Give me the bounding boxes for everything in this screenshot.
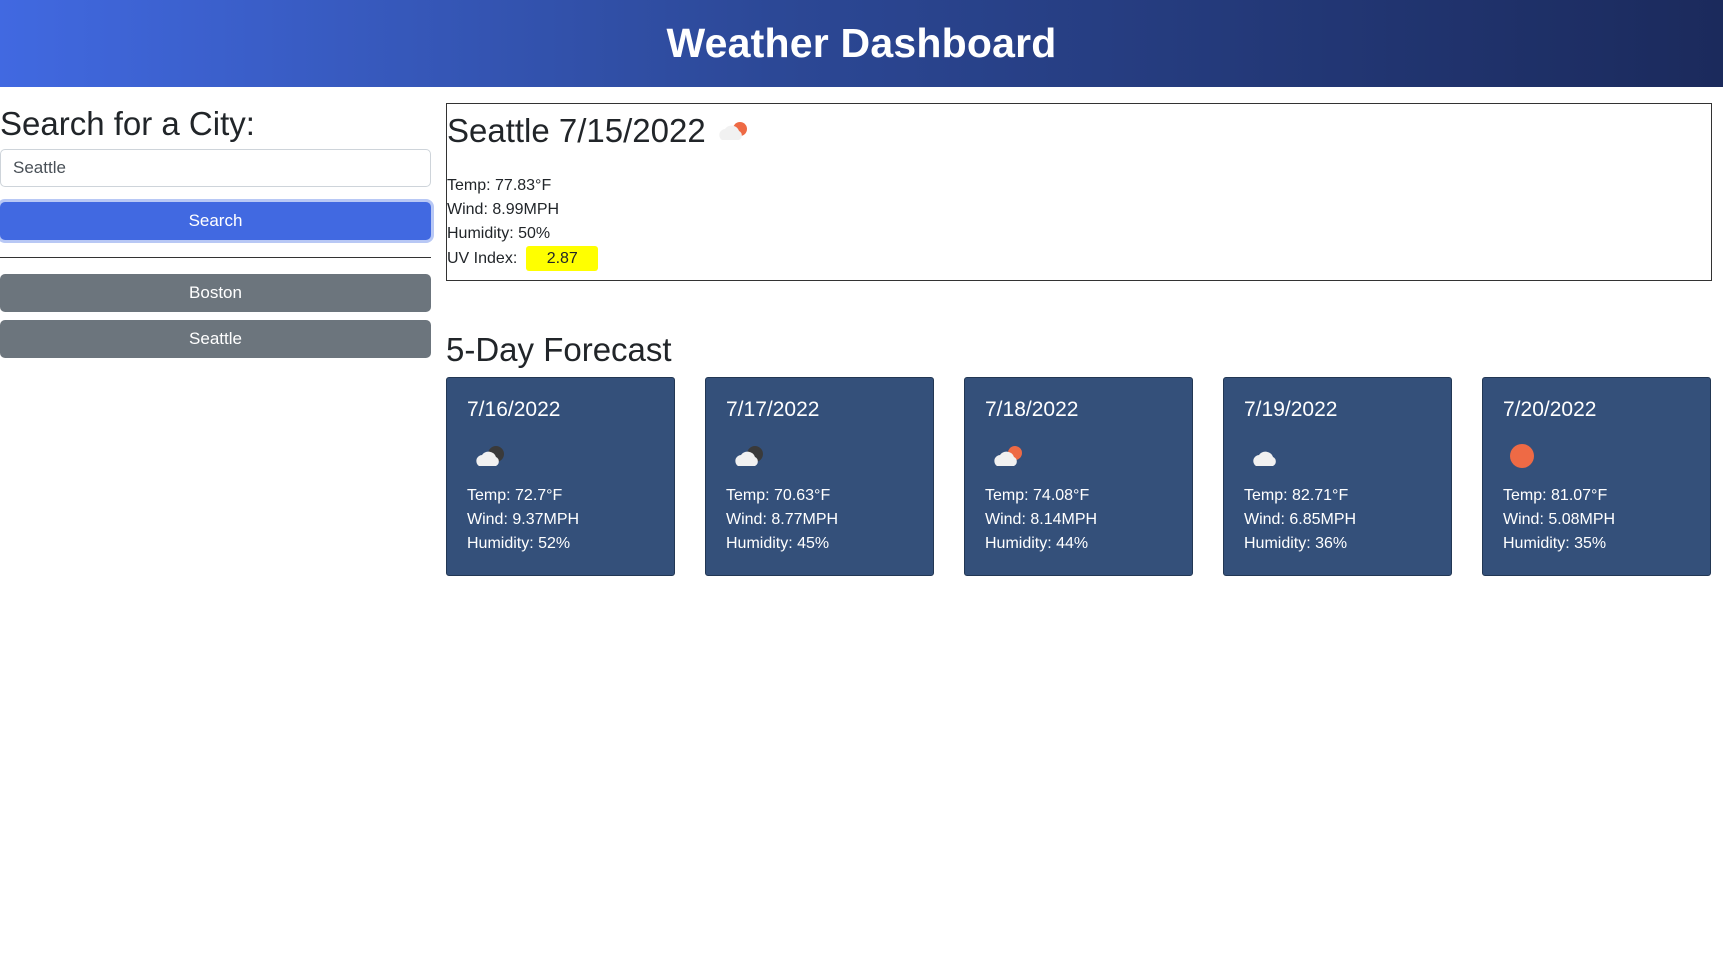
forecast-card: 7/16/2022 Temp: 72.7°F Wind: 9.37MPH Hum…: [446, 377, 675, 576]
forecast-date: 7/20/2022: [1503, 398, 1597, 421]
forecast-stats: Temp: 81.07°F Wind: 5.08MPH Humidity: 35…: [1503, 484, 1615, 556]
current-weather-panel: Seattle 7/15/2022 Temp: 77.83°F Wind: 8.…: [446, 103, 1712, 281]
forecast-humidity: Humidity: 45%: [726, 535, 830, 552]
uv-index-row: UV Index: 2.87: [447, 246, 599, 271]
forecast-card: 7/19/2022 Temp: 82.71°F Wind: 6.85MPH Hu…: [1223, 377, 1452, 576]
forecast-wind: Wind: 9.37MPH: [467, 511, 580, 528]
forecast-temp: Temp: 74.08°F: [985, 487, 1090, 504]
forecast-stats: Temp: 72.7°F Wind: 9.37MPH Humidity: 52%: [467, 484, 579, 556]
current-city-date: Seattle 7/15/2022: [447, 112, 706, 149]
forecast-humidity: Humidity: 44%: [985, 535, 1089, 552]
forecast-date: 7/17/2022: [726, 398, 820, 421]
main-layout: Search for a City: Search Boston Seattle…: [0, 87, 1723, 964]
uv-index-badge: 2.87: [526, 246, 599, 271]
history-button-seattle[interactable]: Seattle: [0, 320, 431, 358]
forecast-wind: Wind: 8.14MPH: [985, 511, 1098, 528]
cloud-moon-icon: [476, 446, 504, 466]
forecast-stats: Temp: 74.08°F Wind: 8.14MPH Humidity: 44…: [985, 484, 1097, 556]
forecast-cards: 7/16/2022 Temp: 72.7°F Wind: 9.37MPH Hum…: [446, 377, 1712, 577]
forecast-humidity: Humidity: 35%: [1503, 535, 1607, 552]
uv-index-label: UV Index:: [447, 249, 518, 267]
forecast-temp: Temp: 82.71°F: [1244, 487, 1349, 504]
forecast-card: 7/20/2022 Temp: 81.07°F Wind: 5.08MPH Hu…: [1482, 377, 1711, 576]
cloud-icon: [1253, 451, 1276, 466]
current-weather-header: Seattle 7/15/2022: [447, 112, 754, 150]
forecast-wind: Wind: 5.08MPH: [1503, 511, 1616, 528]
forecast-humidity: Humidity: 52%: [467, 535, 571, 552]
cloud-moon-icon: [735, 446, 763, 466]
forecast-date: 7/19/2022: [1244, 398, 1338, 421]
city-search-input[interactable]: [0, 149, 431, 187]
forecast-date: 7/18/2022: [985, 398, 1079, 421]
forecast-temp: Temp: 70.63°F: [726, 487, 831, 504]
forecast-card: 7/17/2022 Temp: 70.63°F Wind: 8.77MPH Hu…: [705, 377, 934, 576]
forecast-heading: 5-Day Forecast: [446, 331, 672, 368]
forecast-humidity: Humidity: 36%: [1244, 535, 1348, 552]
search-history: Boston Seattle: [0, 274, 431, 366]
page-title: Weather Dashboard: [666, 20, 1057, 66]
current-weather-stats: Temp: 77.83°F Wind: 8.99MPH Humidity: 50…: [447, 174, 599, 271]
current-wind: Wind: 8.99MPH: [447, 201, 560, 218]
forecast-date: 7/16/2022: [467, 398, 561, 421]
current-humidity: Humidity: 50%: [447, 225, 551, 242]
current-temp: Temp: 77.83°F: [447, 177, 552, 194]
search-heading: Search for a City:: [0, 105, 255, 142]
forecast-card: 7/18/2022 Temp: 74.08°F Wind: 8.14MPH Hu…: [964, 377, 1193, 576]
sidebar-divider: [0, 257, 431, 258]
forecast-wind: Wind: 6.85MPH: [1244, 511, 1357, 528]
app-header: Weather Dashboard: [0, 0, 1723, 87]
cloud-sun-icon: [994, 446, 1022, 466]
forecast-stats: Temp: 82.71°F Wind: 6.85MPH Humidity: 36…: [1244, 484, 1356, 556]
forecast-wind: Wind: 8.77MPH: [726, 511, 839, 528]
search-button[interactable]: Search: [0, 202, 431, 240]
history-button-boston[interactable]: Boston: [0, 274, 431, 312]
forecast-temp: Temp: 81.07°F: [1503, 487, 1608, 504]
forecast-stats: Temp: 70.63°F Wind: 8.77MPH Humidity: 45…: [726, 484, 838, 556]
sun-icon: [1510, 444, 1534, 468]
forecast-temp: Temp: 72.7°F: [467, 487, 563, 504]
cloud-sun-icon: [719, 122, 747, 140]
